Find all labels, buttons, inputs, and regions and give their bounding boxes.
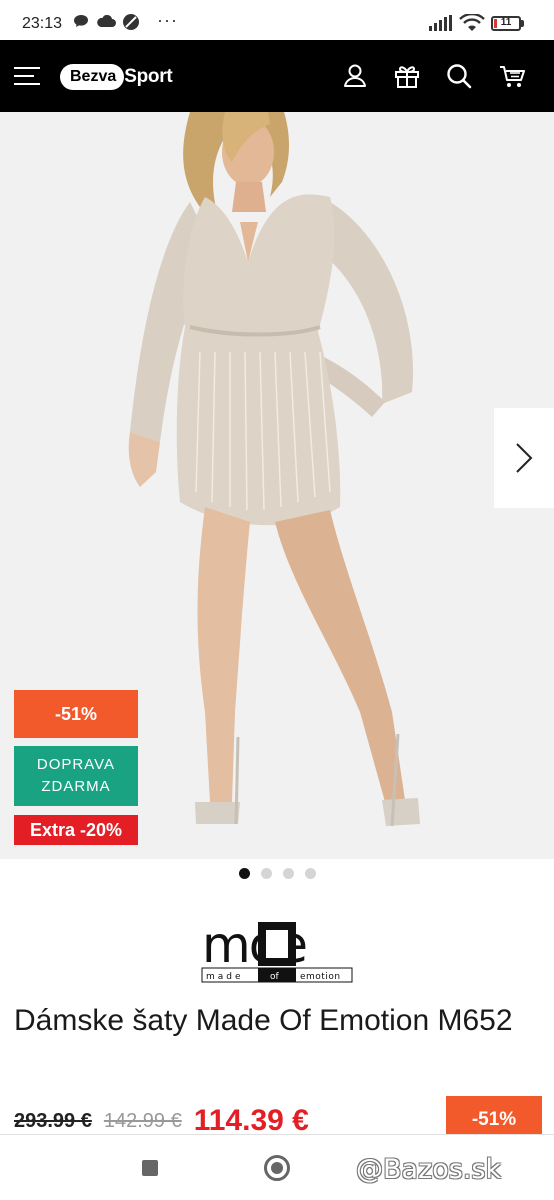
system-nav-bar: @Bazos.sk — [0, 1134, 554, 1200]
price-previous: 142.99 € — [103, 1109, 182, 1132]
brand-logo-emotion: emotion — [300, 972, 341, 982]
chevron-right-icon — [516, 443, 533, 473]
free-shipping-line1: DOPRAVA — [36, 756, 116, 773]
extra-discount-badge: Extra -20% — [14, 815, 138, 845]
recent-apps-button[interactable] — [142, 1160, 158, 1176]
gallery-dot-4[interactable] — [304, 868, 316, 879]
site-header: Bezva Sport — [0, 40, 554, 112]
gallery-pagination — [0, 868, 554, 884]
status-bar: 23:13 ··· 11 — [0, 0, 554, 40]
price-original: 293.99 € — [14, 1109, 92, 1132]
home-button[interactable] — [264, 1155, 290, 1181]
gallery-dot-2[interactable] — [260, 868, 272, 879]
search-icon[interactable] — [444, 61, 474, 91]
battery-tip — [521, 20, 524, 27]
battery-icon: 11 — [491, 16, 521, 31]
no-sim-icon — [123, 14, 139, 30]
free-shipping-badge: DOPRAVA ZDARMA — [14, 746, 138, 806]
watermark: @Bazos.sk — [356, 1153, 502, 1185]
price-current: 114.39 € — [193, 1104, 309, 1137]
gift-icon[interactable] — [392, 61, 422, 91]
product-image-gallery[interactable]: -51% DOPRAVA ZDARMA Extra -20% — [0, 112, 554, 859]
price-row: 293.99 € 142.99 € 114.39 € — [14, 1104, 309, 1138]
gallery-next-button[interactable] — [494, 408, 554, 508]
product-title: Dámske šaty Made Of Emotion M652 — [14, 1004, 513, 1037]
logo-bezva: Bezva — [60, 64, 125, 90]
cart-icon[interactable] — [498, 61, 528, 91]
signal-icon — [429, 15, 452, 31]
discount-badge: -51% — [14, 690, 138, 738]
status-more: ··· — [157, 10, 178, 30]
gallery-dot-3[interactable] — [282, 868, 294, 879]
battery-percent: 11 — [500, 17, 512, 28]
brand-logo[interactable]: moe made of emotion — [200, 916, 354, 986]
brand-logo-of: of — [270, 972, 280, 982]
cloud-icon — [97, 15, 116, 27]
free-shipping-line2: ZDARMA — [41, 778, 111, 795]
status-time: 23:13 — [22, 15, 63, 32]
gallery-dot-1[interactable] — [238, 868, 250, 879]
brand-logo-made: made — [206, 972, 244, 982]
site-logo[interactable]: Bezva Sport — [60, 63, 173, 91]
brand-logo-box-inner — [266, 930, 288, 958]
chat-bubble-icon — [74, 15, 88, 27]
wifi-icon — [459, 14, 485, 31]
menu-icon[interactable] — [14, 65, 42, 87]
logo-sport: Sport — [124, 66, 173, 87]
user-icon[interactable] — [340, 61, 370, 91]
